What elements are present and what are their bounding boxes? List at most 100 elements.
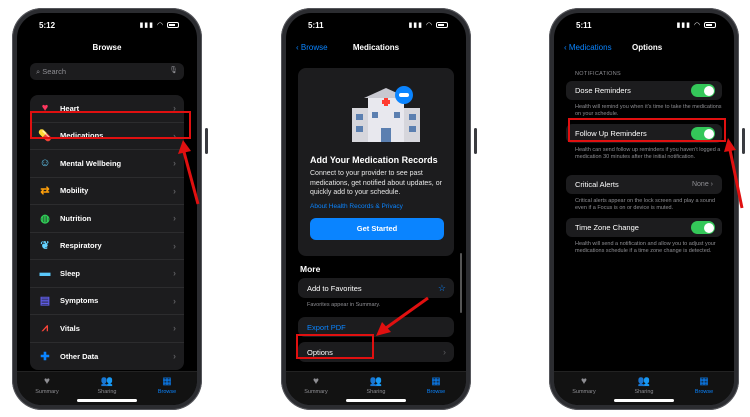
list-item-label: Sleep [60, 268, 81, 278]
time-zone-note: Health will send a notification and allo… [575, 241, 716, 254]
heart-icon: ♥ [313, 376, 319, 387]
card-description: Connect to your provider to see past med… [310, 170, 442, 196]
nav-bar: ‹ Medications Options [554, 43, 734, 59]
stage: 5:12 ▮▮▮ ◠ Browse ⌕ Search 🎙 ♥ Heart › 💊 Me… [0, 0, 750, 417]
chevron-right-icon: › [173, 351, 176, 362]
hospital-icon [352, 86, 420, 142]
lungs-icon: ❦ [40, 240, 50, 253]
chevron-right-icon: › [173, 240, 176, 251]
page-title: Options [632, 43, 663, 52]
tab-summary[interactable]: ♥ Summary [27, 376, 67, 405]
back-button[interactable]: ‹ Browse [296, 43, 328, 52]
search-icon: ⌕ [36, 67, 41, 76]
back-label: Medications [568, 43, 612, 52]
list-item-label: Mental Wellbeing [60, 158, 122, 168]
nav-bar: ‹ Browse Medications [286, 43, 466, 59]
chevron-right-icon: › [443, 347, 446, 357]
battery-icon [436, 22, 448, 29]
export-pdf-label: Export PDF [307, 322, 346, 332]
page-title: Browse [92, 43, 122, 52]
time-zone-change-row: Time Zone Change [566, 218, 722, 237]
status-icons: ▮▮▮ ◠ [676, 21, 716, 29]
tab-browse[interactable]: ▦ Browse [147, 376, 187, 405]
status-bar: 5:11 ▮▮▮ ◠ [554, 13, 734, 33]
dose-reminders-toggle[interactable] [691, 84, 715, 97]
tab-summary[interactable]: ♥ Summary [296, 376, 336, 405]
privacy-link[interactable]: About Health Records & Privacy [310, 203, 403, 210]
search-field[interactable]: ⌕ Search 🎙 [30, 63, 184, 80]
people-icon: 👥 [637, 376, 651, 387]
tab-label: Summary [35, 389, 59, 395]
status-time: 5:12 [39, 21, 56, 30]
list-item-mental-wellbeing[interactable]: ☺ Mental Wellbeing › [30, 150, 184, 178]
dose-reminders-row: Dose Reminders [566, 81, 722, 100]
dose-note: Health will remind you when it's time to… [575, 104, 722, 117]
critical-alerts-value: None › [691, 181, 713, 188]
screen-options: 5:11 ▮▮▮ ◠ ‹ Medications Options NOTIFIC… [554, 13, 734, 405]
highlight-options [296, 334, 374, 359]
home-indicator [77, 399, 137, 402]
grid-icon: ▦ [699, 376, 709, 387]
status-time: 5:11 [308, 21, 324, 30]
get-started-button[interactable]: Get Started [310, 218, 444, 240]
arrow-annotation [178, 140, 200, 205]
time-zone-toggle[interactable] [691, 221, 715, 234]
chevron-right-icon: › [173, 323, 176, 334]
list-item-nutrition[interactable]: ◍ Nutrition › [30, 205, 184, 233]
chart-icon: ⩘ [41, 321, 49, 334]
critical-value-text: None [691, 181, 709, 188]
arrow-annotation [376, 296, 429, 336]
heart-icon: ♥ [44, 376, 50, 387]
section-header: NOTIFICATIONS [575, 71, 621, 77]
tab-label: Summary [304, 389, 328, 395]
list-item-respiratory[interactable]: ❦ Respiratory › [30, 233, 184, 260]
nav-bar: Browse [17, 43, 197, 59]
status-bar: 5:12 ▮▮▮ ◠ [17, 13, 197, 33]
page-title: Medications [352, 43, 400, 52]
home-indicator [346, 399, 406, 402]
tab-label: Sharing [634, 389, 654, 395]
chevron-right-icon: › [173, 213, 176, 224]
heart-icon: ♥ [581, 376, 587, 387]
highlight-medications [30, 111, 191, 139]
tab-browse[interactable]: ▦ Browse [416, 376, 456, 405]
tab-label: Browse [157, 389, 177, 395]
status-icons: ▮▮▮ ◠ [408, 21, 448, 29]
tab-browse[interactable]: ▦ Browse [684, 376, 724, 405]
list-item-label: Vitals [60, 323, 80, 333]
tab-label: Summary [572, 389, 596, 395]
critical-alerts-row[interactable]: Critical Alerts None › [566, 175, 722, 194]
status-time: 5:11 [576, 21, 592, 30]
back-button[interactable]: ‹ Medications [564, 43, 612, 52]
health-records-card: Add Your Medication Records Connect to y… [298, 68, 454, 256]
list-item-label: Nutrition [60, 213, 92, 223]
grid-icon: ▦ [431, 376, 441, 387]
list-item-vitals[interactable]: ⩘ Vitals › [30, 315, 184, 343]
tab-label: Browse [694, 389, 714, 395]
tab-label: Sharing [366, 389, 386, 395]
list-item-other-data[interactable]: ✚ Other Data › [30, 343, 184, 371]
mic-icon[interactable]: 🎙 [169, 66, 178, 74]
chevron-right-icon: › [173, 268, 176, 279]
plus-icon: ✚ [40, 350, 50, 363]
list-item-sleep[interactable]: ▬ Sleep › [30, 260, 184, 288]
list-item-label: Other Data [60, 351, 99, 361]
people-icon: 👥 [100, 376, 114, 387]
critical-note: Critical alerts appear on the lock scree… [575, 198, 716, 211]
chevron-right-icon: › [173, 295, 176, 306]
list-item-mobility[interactable]: ⇄ Mobility › [30, 178, 184, 205]
list-item-label: Symptoms [60, 296, 99, 306]
clipboard-icon: ▤ [39, 295, 51, 308]
star-icon[interactable]: ☆ [438, 283, 446, 294]
time-zone-label: Time Zone Change [575, 223, 639, 232]
list-item-symptoms[interactable]: ▤ Symptoms › [30, 288, 184, 315]
grid-icon: ▦ [162, 376, 172, 387]
list-item-label: Respiratory [60, 241, 102, 251]
highlight-follow-up [568, 118, 726, 142]
dose-reminders-label: Dose Reminders [575, 86, 631, 95]
tab-summary[interactable]: ♥ Summary [564, 376, 604, 405]
side-button [474, 128, 477, 154]
bed-icon: ▬ [39, 267, 51, 280]
critical-alerts-label: Critical Alerts [575, 180, 619, 189]
home-indicator [614, 399, 674, 402]
